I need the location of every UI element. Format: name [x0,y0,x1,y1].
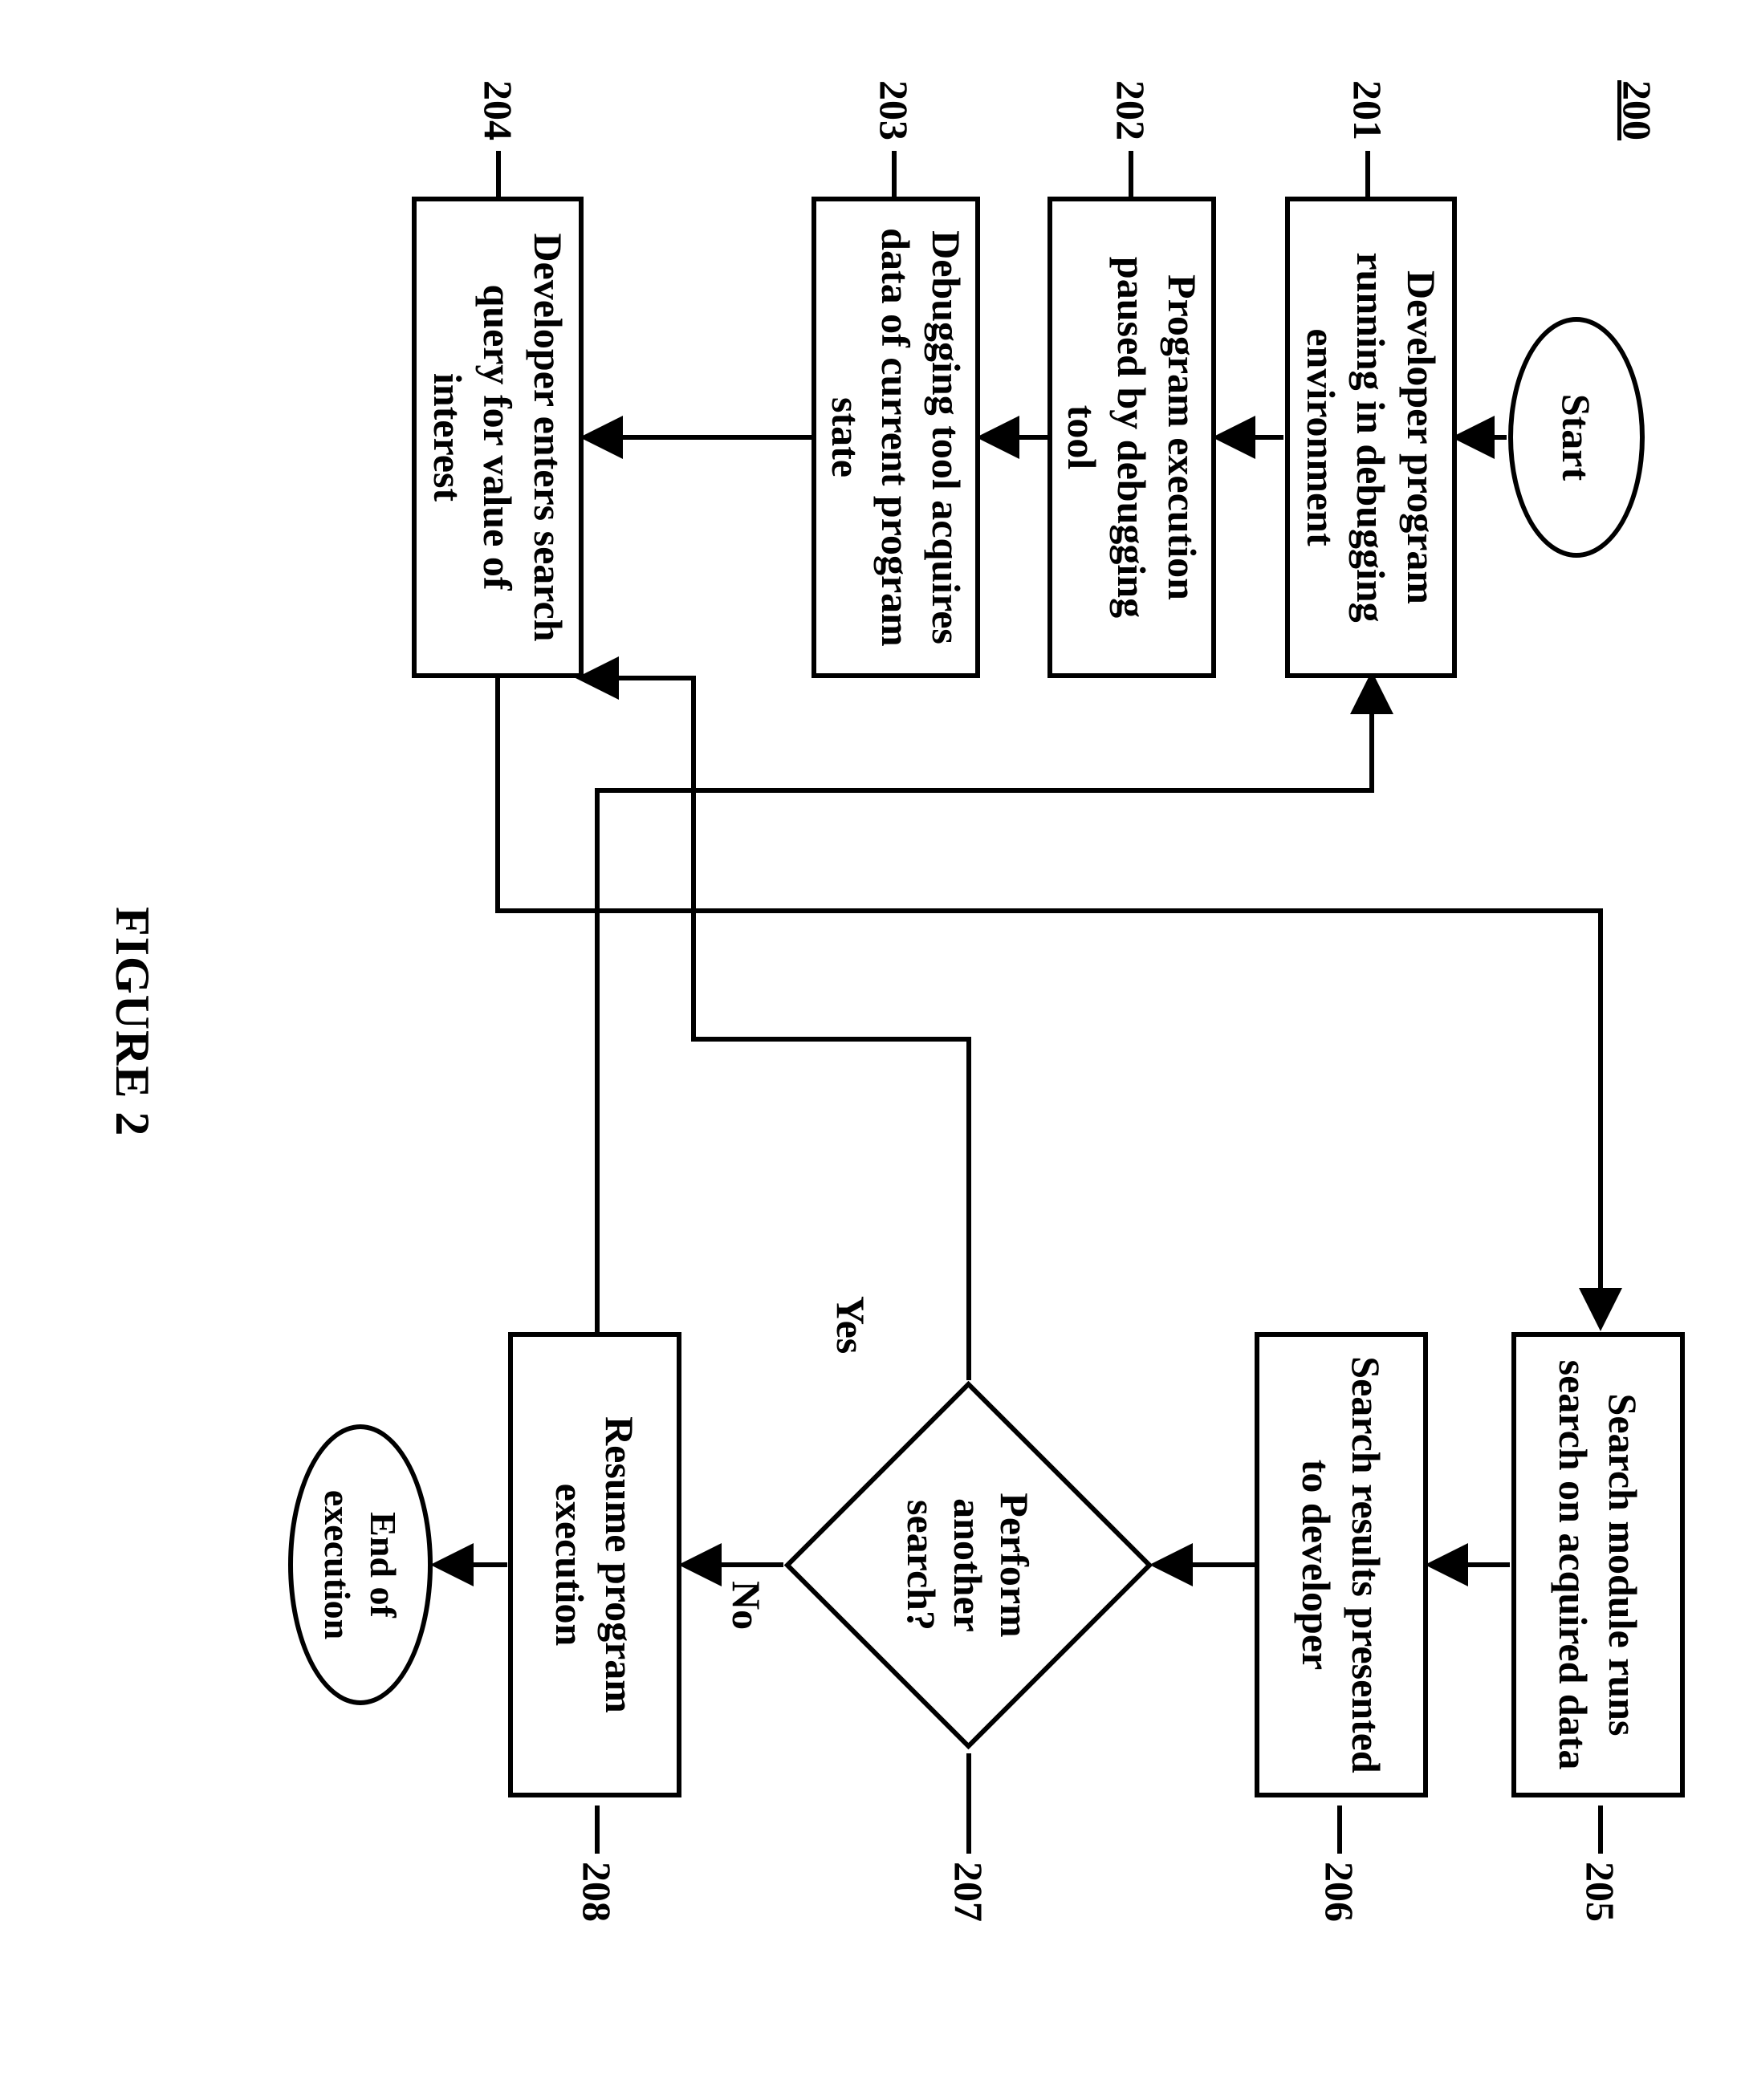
start-label: Start [1552,394,1602,481]
page-id: 200 [1614,80,1661,140]
box-202-text: Program execution paused by debugging to… [1056,221,1207,654]
decision-207: Perform another search? [838,1435,1099,1696]
num-202: 202 [1108,80,1154,140]
yes-label: Yes [828,1296,874,1354]
canvas: Start Developer program running in debug… [0,0,1741,2100]
box-201: Developer program running in debugging e… [1285,197,1457,678]
box-203-text: Debugging tool acquires data of current … [820,221,971,654]
num-206: 206 [1316,1862,1363,1922]
box-206: Search results presented to developer [1255,1332,1428,1797]
num-204: 204 [475,80,522,140]
box-204: Developer enters search query for value … [412,197,584,678]
num-203: 203 [871,80,917,140]
box-201-text: Developer program running in debugging e… [1296,221,1446,654]
box-205: Search module runs search on acquired da… [1511,1332,1685,1797]
box-208-text: Resume program execution [545,1356,645,1773]
no-label: No [723,1581,770,1630]
decision-207-label: Perform another search? [838,1435,1099,1696]
figure-label: FIGURE 2 [104,907,160,1136]
num-201: 201 [1344,80,1391,140]
end-terminal: End of execution [288,1424,433,1705]
end-label: End of execution [315,1453,407,1676]
box-205-text: Search module runs search on acquired da… [1548,1356,1649,1773]
box-202: Program execution paused by debugging to… [1047,197,1216,678]
decision-207-text: Perform another search? [899,1459,1039,1671]
num-208: 208 [574,1862,620,1922]
num-205: 205 [1577,1862,1624,1922]
box-206-text: Search results presented to developer [1292,1356,1392,1773]
start-terminal: Start [1508,317,1645,558]
num-207: 207 [946,1862,992,1922]
box-208: Resume program execution [508,1332,681,1797]
box-203: Debugging tool acquires data of current … [812,197,980,678]
box-204-text: Developer enters search query for value … [422,221,573,654]
flowchart-scene: Start Developer program running in debug… [0,0,1741,2100]
